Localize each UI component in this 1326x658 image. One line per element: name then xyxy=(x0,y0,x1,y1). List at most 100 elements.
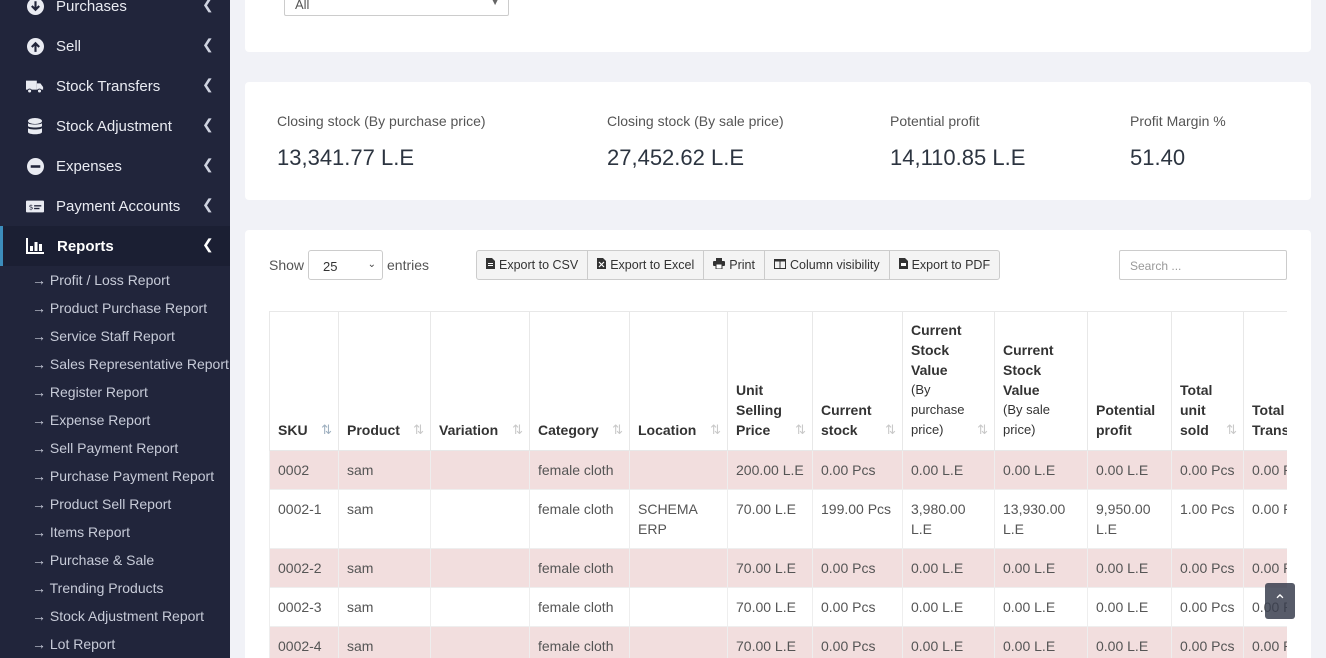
location-filter-select[interactable]: All ▼ xyxy=(284,0,509,16)
sidebar-item-purchases[interactable]: Purchases ❮ xyxy=(0,0,230,26)
table-row[interactable]: 0002-2 sam female cloth 70.00 L.E 0.00 Pcs 0.… xyxy=(269,548,1287,588)
table-row[interactable]: 0002-1 sam female cloth SCHEMA ERP 70.00 L.E… xyxy=(269,489,1287,549)
table-cell: female cloth xyxy=(529,626,630,658)
table-cell: 0.00 Pcs xyxy=(1171,450,1244,490)
sidebar-item-label: Purchases xyxy=(56,0,127,15)
sidebar-subitem-profit-loss[interactable]: → Profit / Loss Report xyxy=(32,272,170,288)
stat-value-closing-purchase: 13,341.77 L.E xyxy=(277,145,415,170)
chevron-left-icon: ❮ xyxy=(202,76,214,92)
table-cell: 13,930.00 L.E xyxy=(994,489,1088,549)
database-icon xyxy=(26,117,44,134)
sidebar-subitem-service-staff[interactable]: → Service Staff Report xyxy=(32,328,175,344)
table-row[interactable]: 0002 sam female cloth 200.00 L.E 0.00 Pcs 0.0… xyxy=(269,450,1287,490)
column-header-variation[interactable]: Variation ⇅ xyxy=(430,311,530,451)
sidebar-item-label: Reports xyxy=(57,238,114,255)
column-header-stock-value-sale[interactable]: Current Stock Value (By sale price) xyxy=(994,311,1088,451)
column-header-total-unit-sold[interactable]: Total unit sold ⇅ xyxy=(1171,311,1244,451)
table-cell: female cloth xyxy=(529,548,630,588)
export-button-group: Export to CSV Export to Excel Print Colu… xyxy=(476,250,1001,280)
sort-icon: ⇅ xyxy=(1226,422,1237,437)
table-cell xyxy=(430,450,530,490)
sidebar-subitem-register[interactable]: → Register Report xyxy=(32,384,148,400)
table-cell: SCHEMA ERP xyxy=(629,489,728,549)
stat-value-closing-sale: 27,452.62 L.E xyxy=(607,145,745,170)
table-cell xyxy=(629,587,728,627)
table-cell: 0.00 P xyxy=(1243,489,1287,549)
sidebar-subitem-stock-adjustment[interactable]: → Stock Adjustment Report xyxy=(32,608,204,624)
chevron-down-icon: ⌄ xyxy=(367,259,376,270)
print-button[interactable]: Print xyxy=(704,251,765,279)
column-header-stock-value-purchase[interactable]: Current Stock Value (By purchase price) ⇅ xyxy=(902,311,995,451)
filter-select-value: All xyxy=(295,0,310,12)
table-row[interactable]: 0002-3 sam female cloth 70.00 L.E 0.00 Pcs 0.… xyxy=(269,587,1287,627)
sidebar-subitem-sell-payment[interactable]: → Sell Payment Report xyxy=(32,440,178,456)
sidebar-subitem-product-purchase[interactable]: → Product Purchase Report xyxy=(32,300,207,316)
page-length-value: 25 xyxy=(323,259,338,274)
export-pdf-label: Export to PDF xyxy=(911,258,991,272)
arrow-circle-down-icon xyxy=(26,0,44,15)
table-cell: 0.00 L.E xyxy=(994,450,1088,490)
table-cell: 0.00 P xyxy=(1243,548,1287,588)
scroll-to-top-button[interactable]: ⌃ xyxy=(1265,583,1295,619)
column-header-unit-selling-price[interactable]: Unit Selling Price ⇅ xyxy=(727,311,813,451)
sidebar-subitem-trending-products[interactable]: → Trending Products xyxy=(32,580,164,596)
sidebar-item-label: Payment Accounts xyxy=(56,198,181,215)
file-pdf-icon xyxy=(898,258,908,272)
column-header-sku[interactable]: SKU ⇅ xyxy=(269,311,339,451)
table-cell: female cloth xyxy=(529,450,630,490)
chevron-left-icon: ❮ xyxy=(202,0,214,12)
table-cell: 0.00 Pcs xyxy=(1171,548,1244,588)
chevron-down-icon: ▼ xyxy=(490,0,500,8)
sidebar-subitem-purchase-payment[interactable]: → Purchase Payment Report xyxy=(32,468,214,484)
sidebar-subitem-lot[interactable]: → Lot Report xyxy=(32,636,115,652)
table-cell: sam xyxy=(338,587,431,627)
sort-icon: ⇅ xyxy=(413,422,424,437)
stat-label-closing-sale: Closing stock (By sale price) xyxy=(607,113,784,129)
column-header-category[interactable]: Category ⇅ xyxy=(529,311,630,451)
table-cell: 200.00 L.E xyxy=(727,450,813,490)
sidebar-item-expenses[interactable]: Expenses ❮ xyxy=(0,146,230,186)
table-cell: 70.00 L.E xyxy=(727,489,813,549)
sidebar-subitem-items[interactable]: → Items Report xyxy=(32,524,130,540)
page-length-select[interactable]: 25 ⌄ xyxy=(308,250,383,280)
column-header-location[interactable]: Location ⇅ xyxy=(629,311,728,451)
sidebar-item-stock-transfers[interactable]: Stock Transfers ❮ xyxy=(0,66,230,106)
bar-chart-icon xyxy=(26,238,44,254)
sort-asc-icon: ⇅ xyxy=(321,422,332,437)
column-header-total-transferred[interactable]: Total Trans xyxy=(1243,311,1287,451)
sidebar-item-stock-adjustment[interactable]: Stock Adjustment ❮ xyxy=(0,106,230,146)
sidebar-item-reports[interactable]: Reports ❮ xyxy=(0,226,230,266)
column-header-current-stock[interactable]: Current stock ⇅ xyxy=(812,311,903,451)
print-icon xyxy=(713,258,726,272)
export-pdf-button[interactable]: Export to PDF xyxy=(890,251,1000,279)
sidebar-subitem-product-sell[interactable]: → Product Sell Report xyxy=(32,496,171,512)
sidebar-subitem-sales-representative[interactable]: → Sales Representative Report xyxy=(32,356,229,372)
search-input[interactable]: Search ... xyxy=(1119,250,1287,280)
stat-label-closing-purchase: Closing stock (By purchase price) xyxy=(277,113,486,129)
sidebar-item-payment-accounts[interactable]: $ Payment Accounts ❮ xyxy=(0,186,230,226)
export-excel-button[interactable]: Export to Excel xyxy=(588,251,705,279)
table-cell: 199.00 Pcs xyxy=(812,489,903,549)
column-visibility-button[interactable]: Column visibility xyxy=(765,251,890,279)
table-cell: 0.00 L.E xyxy=(902,548,995,588)
sidebar-item-sell[interactable]: Sell ❮ xyxy=(0,26,230,66)
table-cell xyxy=(430,587,530,627)
column-header-potential-profit[interactable]: Potential profit xyxy=(1087,311,1172,451)
chevron-left-icon: ❮ xyxy=(202,236,214,252)
sidebar-subitem-purchase-sale[interactable]: → Purchase & Sale xyxy=(32,552,154,568)
table-cell: sam xyxy=(338,489,431,549)
column-header-product[interactable]: Product ⇅ xyxy=(338,311,431,451)
table-cell: 0002-3 xyxy=(269,587,339,627)
chevron-left-icon: ❮ xyxy=(202,196,214,212)
table-cell: 0.00 L.E xyxy=(902,626,995,658)
sidebar-item-label: Stock Adjustment xyxy=(56,118,172,135)
table-row[interactable]: 0002-4 sam female cloth 70.00 L.E 0.00 Pcs 0.… xyxy=(269,626,1287,658)
sidebar: Purchases ❮ Sell ❮ Stock Transfers ❮ Sto… xyxy=(0,0,230,658)
export-csv-button[interactable]: Export to CSV xyxy=(477,251,589,279)
sidebar-subitem-expense[interactable]: → Expense Report xyxy=(32,412,150,428)
table-cell: 0.00 L.E xyxy=(994,587,1088,627)
sidebar-item-label: Expenses xyxy=(56,158,122,175)
table-cell: female cloth xyxy=(529,587,630,627)
sort-icon: ⇅ xyxy=(612,422,623,437)
table-cell: 0.00 L.E xyxy=(994,626,1088,658)
